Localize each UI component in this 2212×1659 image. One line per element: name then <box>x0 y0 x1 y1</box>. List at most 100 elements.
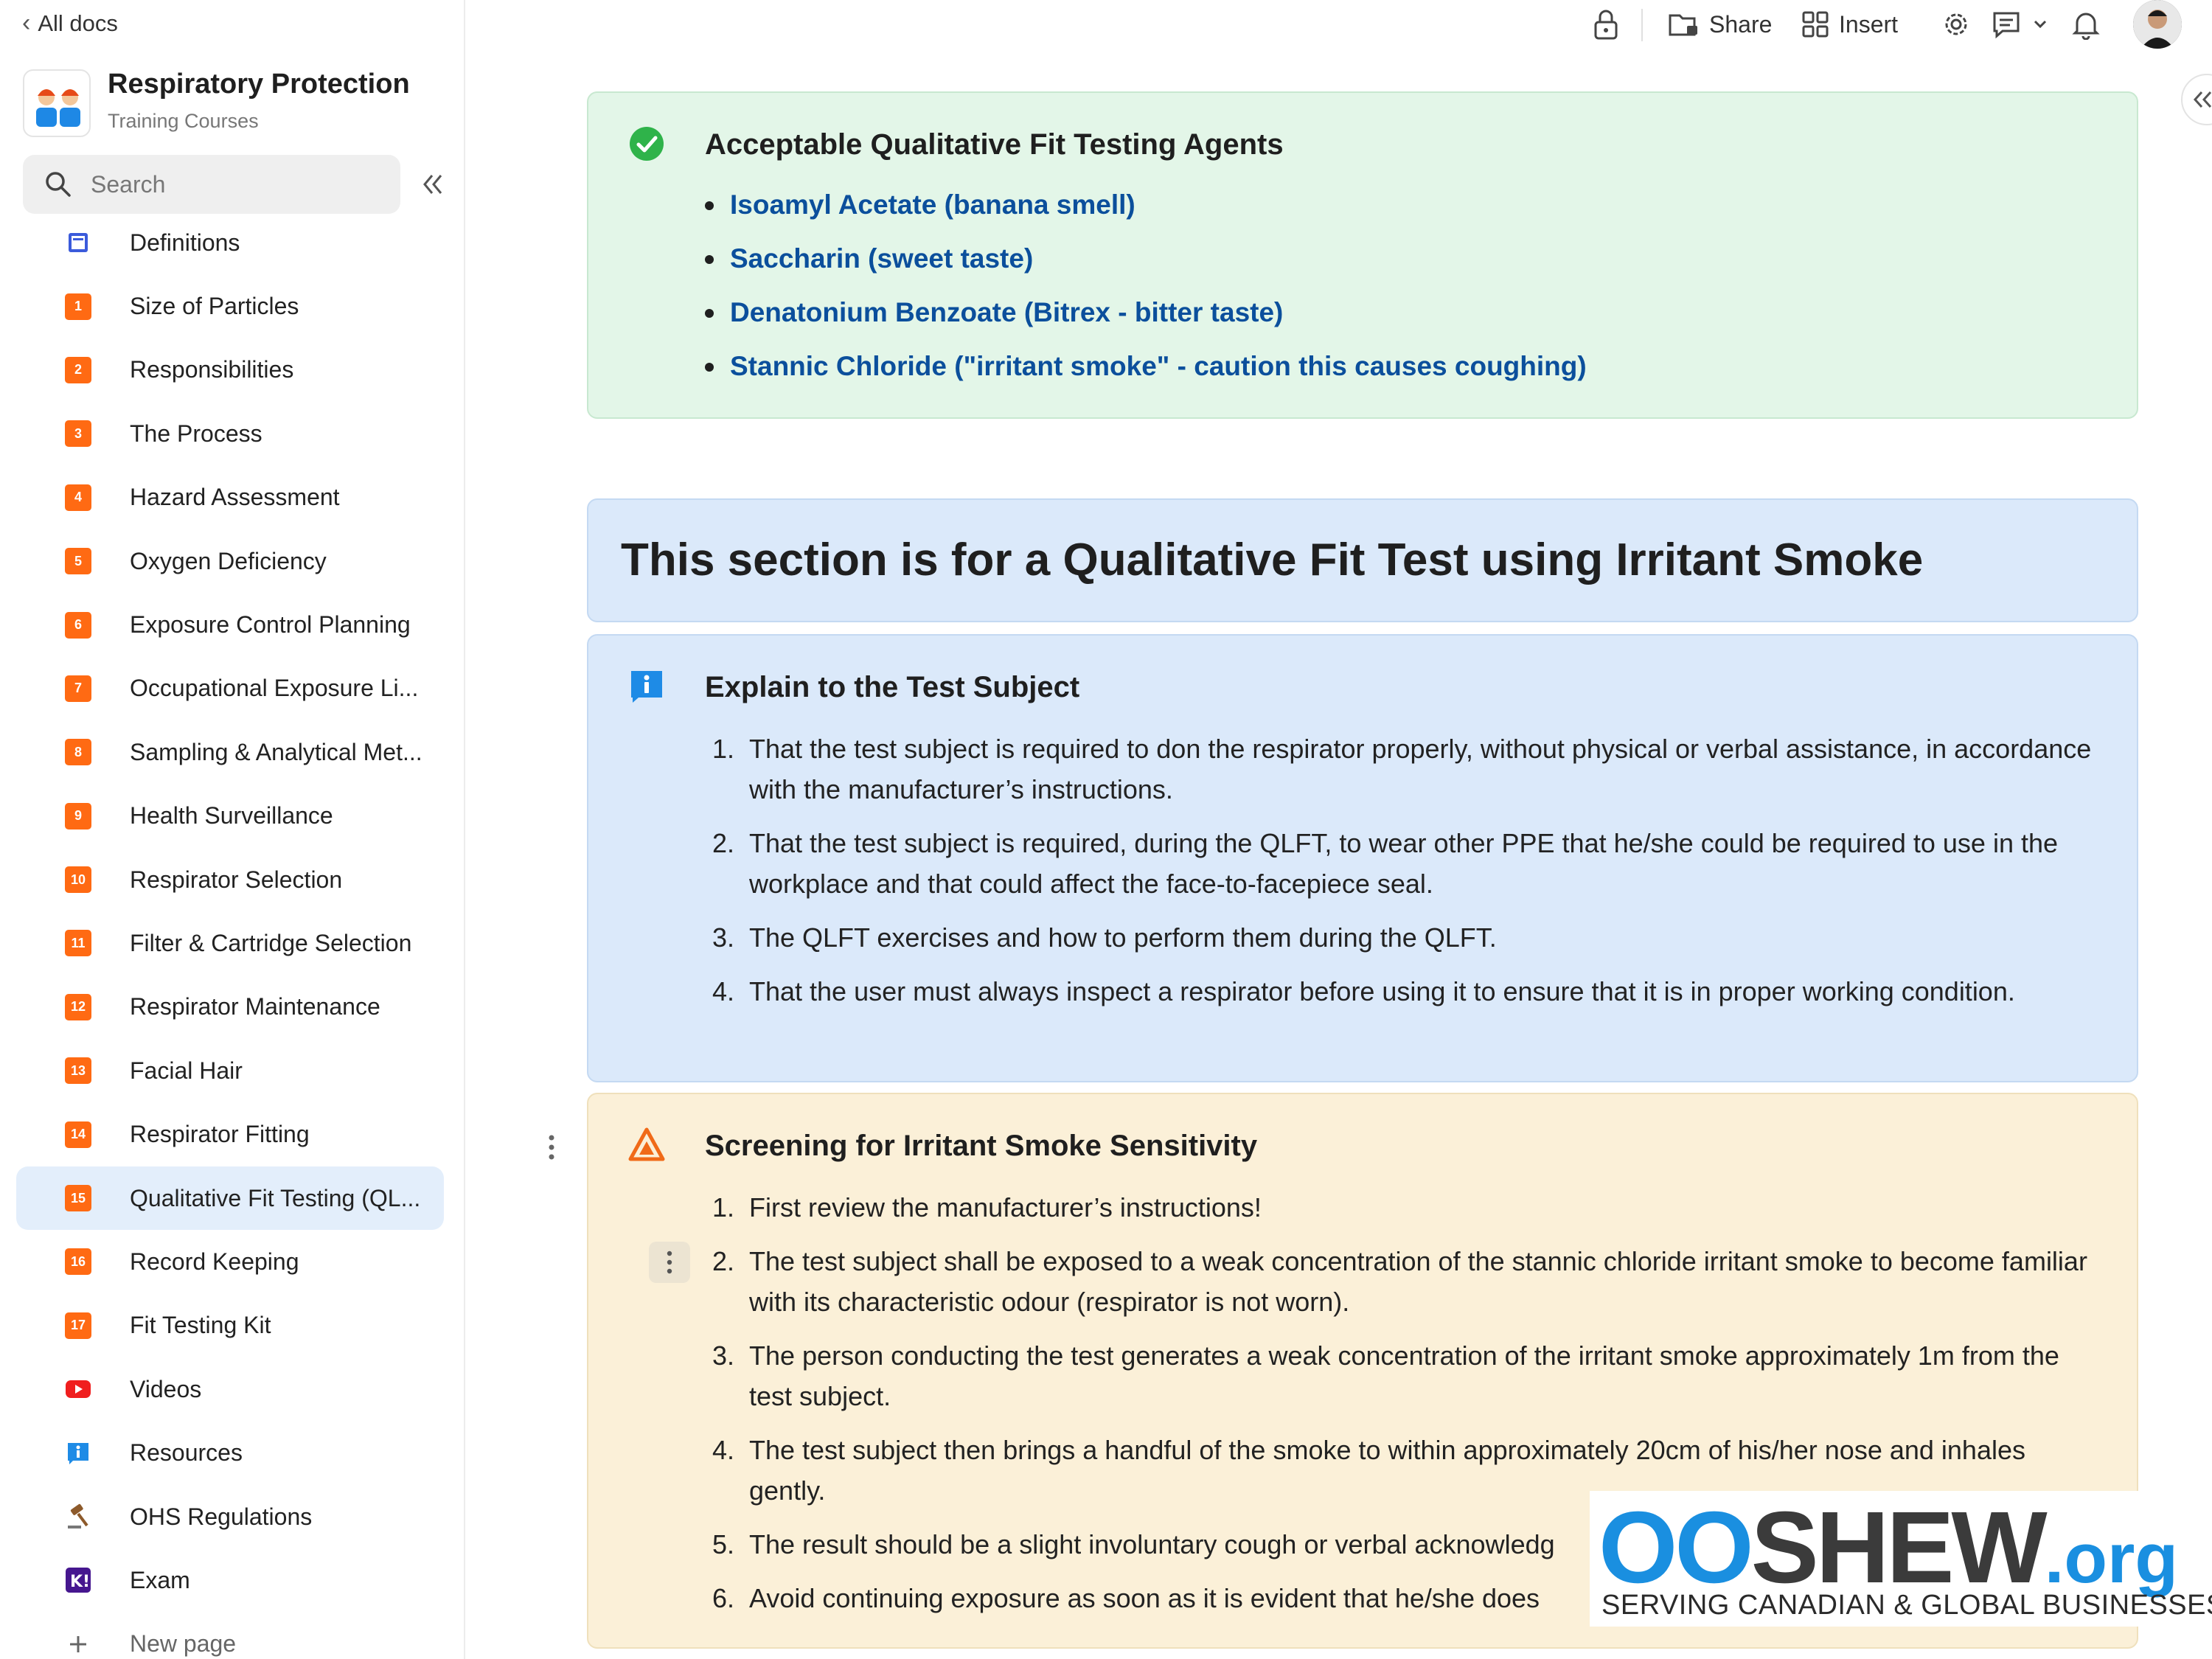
sidebar-item-health-surveillance[interactable]: 9 Health Surveillance <box>16 785 444 848</box>
sidebar-item-label: Respirator Maintenance <box>130 993 380 1020</box>
sidebar-item-label: The Process <box>130 420 262 447</box>
agent-link[interactable]: Saccharin (sweet taste) <box>705 241 1587 295</box>
search-input[interactable]: Search <box>23 155 400 214</box>
sidebar-item-label: Qualitative Fit Testing (QL... <box>130 1184 421 1211</box>
info-icon <box>65 1440 91 1467</box>
agent-link[interactable]: Stannic Chloride ("irritant smoke" - cau… <box>705 349 1587 403</box>
sidebar-item-exposure-control-planning[interactable]: 6 Exposure Control Planning <box>16 593 444 656</box>
toolbar-divider <box>1641 9 1643 41</box>
sidebar-item-label: Health Surveillance <box>130 802 333 830</box>
folder-lock-icon <box>1669 14 1697 36</box>
grid-icon <box>1802 11 1829 38</box>
sidebar-item-respirator-fitting[interactable]: 14 Respirator Fitting <box>16 1102 444 1166</box>
insert-button[interactable]: Insert <box>1801 7 1898 41</box>
new-page-label: New page <box>130 1630 237 1658</box>
number-badge-icon: 16 <box>65 1248 91 1276</box>
section-heading-block: This section is for a Qualitative Fit Te… <box>587 498 2138 622</box>
agents-list: Isoamyl Acetate (banana smell) Saccharin … <box>705 187 1587 403</box>
search-icon <box>46 172 71 197</box>
explain-callout: Explain to the Test Subject 1. That the t… <box>587 634 2138 1082</box>
sidebar-item-record-keeping[interactable]: 16 Record Keeping <box>16 1230 444 1293</box>
bell-icon[interactable] <box>2072 7 2100 41</box>
number-badge-icon: 12 <box>65 993 91 1020</box>
number-badge-icon: 2 <box>65 356 91 383</box>
sidebar-item-label: Record Keeping <box>130 1248 299 1275</box>
chevron-left-icon: ‹ <box>22 9 31 37</box>
all-docs-label: All docs <box>38 10 118 36</box>
sidebar-item-label: Occupational Exposure Li... <box>130 675 419 702</box>
warning-icon <box>628 1127 665 1161</box>
explain-list-item: 3. The QLFT exercises and how to perform … <box>712 922 1497 953</box>
doc-logo <box>23 69 91 137</box>
expand-panel-button[interactable] <box>2181 74 2212 125</box>
top-bar: Share Insert <box>466 0 2212 49</box>
check-circle-icon <box>630 127 664 161</box>
doc-subtitle: Training Courses <box>108 110 259 132</box>
all-docs-link[interactable]: ‹ All docs <box>22 9 118 38</box>
sidebar-item-definitions[interactable]: Definitions <box>16 211 444 274</box>
sidebar-item-label: Oxygen Deficiency <box>130 547 327 574</box>
sidebar-item-facial-hair[interactable]: 13 Facial Hair <box>16 1039 444 1102</box>
sidebar-item-resources[interactable]: Resources <box>16 1421 444 1484</box>
explain-list-item: 4. That the user must always inspect a re… <box>712 976 2015 1006</box>
number-badge-icon: 4 <box>65 484 91 511</box>
sidebar-item-size-of-particles[interactable]: 1 Size of Particles <box>16 274 444 338</box>
sidebar-item-label: Filter & Cartridge Selection <box>130 929 412 956</box>
sidebar-item-oxygen-deficiency[interactable]: 5 Oxygen Deficiency <box>16 529 444 593</box>
section-heading: This section is for a Qualitative Fit Te… <box>621 535 1924 585</box>
block-menu-icon[interactable] <box>544 1133 559 1162</box>
item-drag-handle[interactable] <box>649 1242 690 1283</box>
sidebar-item-fit-testing-kit[interactable]: 17 Fit Testing Kit <box>16 1294 444 1357</box>
agents-callout: Acceptable Qualitative Fit Testing Agent… <box>587 91 2138 419</box>
screening-list-item: 2. The test subject shall be exposed to a… <box>712 1246 2087 1317</box>
sidebar-item-videos[interactable]: Videos <box>16 1357 444 1421</box>
agent-link[interactable]: Denatonium Benzoate (Bitrex - bitter tas… <box>705 295 1587 349</box>
screening-list-item: 1. First review the manufacturer’s instru… <box>712 1192 1262 1222</box>
agent-link[interactable]: Isoamyl Acetate (banana smell) <box>705 187 1587 241</box>
comments-icon[interactable] <box>1991 7 2022 41</box>
explain-list: 1. That the test subject is required to d… <box>705 728 2106 1025</box>
sidebar-item-label: Fit Testing Kit <box>130 1312 271 1339</box>
gavel-icon <box>65 1503 91 1530</box>
sidebar-item-ohs-regulations[interactable]: OHS Regulations <box>16 1485 444 1548</box>
screening-title: Screening for Irritant Smoke Sensitivity <box>705 1130 1258 1162</box>
screening-list-item: 3. The person conducting the test generat… <box>712 1340 2059 1411</box>
sidebar-item-respirator-selection[interactable]: 10 Respirator Selection <box>16 848 444 911</box>
chevron-down-icon[interactable] <box>2032 7 2048 41</box>
gear-icon[interactable] <box>1941 7 1972 41</box>
number-badge-icon: 17 <box>65 1312 91 1339</box>
sidebar-item-exam[interactable]: K! Exam <box>16 1548 444 1612</box>
sidebar-item-filter-cartridge-selection[interactable]: 11 Filter & Cartridge Selection <box>16 911 444 975</box>
sidebar-item-sampling-analytical-met[interactable]: 8 Sampling & Analytical Met... <box>16 720 444 784</box>
number-badge-icon: 3 <box>65 420 91 448</box>
sidebar-item-responsibilities[interactable]: 2 Responsibilities <box>16 338 444 402</box>
number-badge-icon: 11 <box>65 930 91 957</box>
double-chevron-left-icon <box>2193 91 2212 108</box>
search-placeholder: Search <box>91 170 166 198</box>
page-nav: Definitions 1 Size of Particles 2 Responsibi… <box>16 211 444 1659</box>
sidebar-item-label: Responsibilities <box>130 356 294 383</box>
new-page-button[interactable]: New page <box>16 1613 444 1659</box>
avatar[interactable] <box>2133 0 2182 49</box>
sidebar-item-label: OHS Regulations <box>130 1503 313 1530</box>
share-label: Share <box>1709 10 1773 38</box>
kahoot-icon: K! <box>65 1567 91 1593</box>
sidebar-item-label: Hazard Assessment <box>130 484 340 511</box>
number-badge-icon: 13 <box>65 1057 91 1085</box>
sidebar-item-the-process[interactable]: 3 The Process <box>16 402 444 465</box>
sidebar-item-respirator-maintenance[interactable]: 12 Respirator Maintenance <box>16 975 444 1039</box>
more-vertical-icon <box>667 1251 672 1274</box>
number-badge-icon: 15 <box>65 1185 91 1212</box>
explain-list-item: 2. That the test subject is required, dur… <box>712 828 2059 899</box>
sidebar-item-qualitative-fit-testing-ql[interactable]: 15 Qualitative Fit Testing (QL... <box>16 1166 444 1231</box>
share-button[interactable]: Share <box>1668 7 1772 41</box>
sidebar-item-label: Videos <box>130 1375 202 1402</box>
collapse-sidebar-icon[interactable] <box>417 168 450 201</box>
number-badge-icon: 5 <box>65 548 91 575</box>
sidebar: ‹ All docs Respiratory Protection Traini… <box>0 0 465 1659</box>
lock-icon[interactable] <box>1593 7 1619 41</box>
number-badge-icon: 8 <box>65 739 91 766</box>
sidebar-item-occupational-exposure-li[interactable]: 7 Occupational Exposure Li... <box>16 657 444 720</box>
number-badge-icon: 7 <box>65 675 91 702</box>
sidebar-item-hazard-assessment[interactable]: 4 Hazard Assessment <box>16 466 444 529</box>
